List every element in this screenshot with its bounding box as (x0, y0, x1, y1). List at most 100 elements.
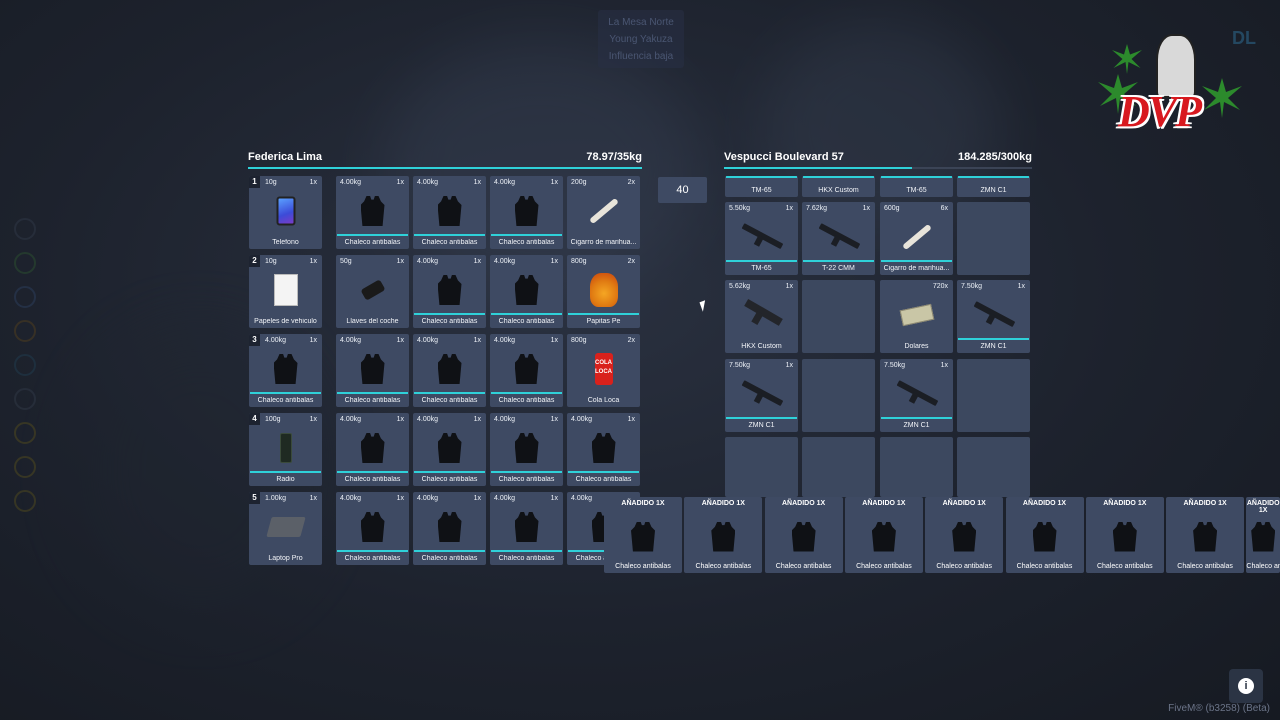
smg-icon (742, 304, 782, 326)
player-weight: 78.97/35kg (586, 151, 642, 163)
vest-icon (514, 512, 539, 543)
inventory-slot[interactable]: ZMN C1 (957, 176, 1030, 197)
slot-quantity: 1x (862, 205, 870, 212)
notification-item-name: Chaleco antibalas (856, 563, 912, 570)
notification-item-name: Chaleco antibalas (1177, 563, 1233, 570)
slot-quantity: 1x (1017, 283, 1025, 290)
notification-item-name: Chaleco antibalas (1096, 563, 1153, 570)
inventory-slot[interactable]: 5 1.00kg 1x Laptop Pro (249, 492, 322, 565)
inventory-slot[interactable]: 7.50kg 1x ZMN C1 (957, 280, 1030, 353)
slot-weight: 4.00kg (571, 495, 593, 502)
info-button[interactable]: i (1229, 669, 1263, 703)
item-added-notification: AÑADIDO 1X Chaleco antibalas (684, 497, 763, 573)
notification-header: AÑADIDO 1X (942, 500, 986, 507)
inventory-slot[interactable]: 4.00kg 1x Chaleco antibalas (413, 255, 486, 328)
chips-icon (589, 273, 618, 308)
slot-item-name: Chaleco antibalas (344, 476, 401, 483)
inventory-slot[interactable]: 4.00kg 1x Chaleco antibalas (490, 413, 563, 486)
durability-bar (803, 176, 874, 178)
inventory-slot[interactable]: TM-65 (880, 176, 953, 197)
slot-weight: 4.00kg (417, 495, 439, 502)
inventory-slot[interactable]: 720x Dolares (880, 280, 953, 353)
amount-input[interactable]: 40 (658, 177, 707, 203)
slot-weight: 50g (340, 258, 352, 265)
durability-bar (491, 313, 562, 315)
inventory-slot[interactable]: HKX Custom (802, 176, 875, 197)
inventory-slot[interactable]: 4.00kg 1x Chaleco antibalas (413, 492, 486, 565)
notification-item-name: Chaleco antibalas (1016, 563, 1073, 570)
inventory-slot[interactable]: 7.62kg 1x T-22 CMM (802, 202, 875, 275)
vest-icon (791, 521, 816, 552)
inventory-slot[interactable]: 4.00kg 1x Chaleco antibalas (413, 334, 486, 407)
notification-header: AÑADIDO 1X (701, 500, 745, 507)
durability-bar (414, 313, 485, 315)
paper-icon (273, 274, 298, 307)
slot-item-name: Papitas Pe (586, 318, 621, 325)
inventory-slot[interactable]: 7.50kg 1x ZMN C1 (880, 359, 953, 432)
slot-item-name: ZMN C1 (980, 187, 1007, 194)
slot-weight: 4.00kg (417, 258, 439, 265)
empty-slot[interactable] (957, 202, 1030, 275)
slot-weight: 4.00kg (340, 179, 362, 186)
slot-item-name: Chaleco antibalas (498, 555, 555, 562)
empty-slot[interactable] (957, 359, 1030, 432)
durability-bar (414, 471, 485, 473)
slot-quantity: 1x (473, 179, 481, 186)
inventory-slot[interactable]: 7.50kg 1x ZMN C1 (725, 359, 798, 432)
server-logo: DVP (1098, 34, 1246, 152)
rifle-icon (740, 384, 784, 404)
stamina-icon (14, 422, 36, 444)
inventory-slot[interactable]: 4.00kg 1x Chaleco antibalas (336, 413, 409, 486)
rifle-icon (817, 227, 861, 247)
inventory-slot[interactable]: 4.00kg 1x Chaleco antibalas (490, 176, 563, 249)
slot-weight: 4.00kg (265, 337, 287, 344)
armor-icon (14, 286, 36, 308)
inventory-slot[interactable]: 200g 2x Cigarro de marihua... (567, 176, 640, 249)
inventory-slot[interactable]: TM-65 (725, 176, 798, 197)
slot-item-name: Chaleco antibalas (421, 239, 478, 246)
inventory-slot[interactable]: 4.00kg 1x Chaleco antibalas (336, 334, 409, 407)
durability-bar (491, 234, 562, 236)
slot-weight: 1.00kg (265, 495, 287, 502)
inventory-slot[interactable]: 800g 2x Papitas Pe (567, 255, 640, 328)
slot-weight: 4.00kg (417, 416, 439, 423)
inventory-slot[interactable]: 4.00kg 1x Chaleco antibalas (490, 492, 563, 565)
slot-hotkey: 1 (249, 176, 260, 188)
slot-weight: 4.00kg (494, 258, 516, 265)
empty-slot[interactable] (880, 437, 953, 497)
slot-weight: 4.00kg (340, 337, 362, 344)
durability-bar (491, 471, 562, 473)
durability-bar (958, 338, 1029, 340)
empty-slot[interactable] (802, 359, 875, 432)
slot-item-name: HKX Custom (818, 187, 859, 194)
empty-slot[interactable] (725, 437, 798, 497)
inventory-slot[interactable]: 600g 6x Cigarro de marihua... (880, 202, 953, 275)
inventory-slot[interactable]: 4.00kg 1x Chaleco antibalas (336, 492, 409, 565)
slot-item-name: ZMN C1 (980, 343, 1007, 350)
cash-icon (899, 303, 934, 327)
empty-slot[interactable] (802, 280, 875, 353)
inventory-slot[interactable]: 4.00kg 1x Chaleco antibalas (413, 413, 486, 486)
slot-quantity: 2x (627, 179, 635, 186)
item-added-notification: AÑADIDO 1X Chaleco antibalas (764, 497, 843, 573)
inventory-slot[interactable]: 1 10g 1x Telefono (249, 176, 322, 249)
empty-slot[interactable] (802, 437, 875, 497)
inventory-slot[interactable]: 4.00kg 1x Chaleco antibalas (490, 334, 563, 407)
slot-item-name: ZMN C1 (903, 422, 930, 429)
inventory-slot[interactable]: 4 100g 1x Radio (249, 413, 322, 486)
inventory-slot[interactable]: 5.50kg 1x TM-65 (725, 202, 798, 275)
inventory-slot[interactable]: 2 10g 1x Papeles de vehiculo (249, 255, 322, 328)
hunger-icon (14, 320, 36, 342)
inventory-slot[interactable]: 4.00kg 1x Chaleco antibalas (336, 176, 409, 249)
inventory-slot[interactable]: 800g 2x COLA LOCA Cola Loca (567, 334, 640, 407)
empty-slot[interactable] (957, 437, 1030, 497)
slot-item-name: Chaleco antibalas (421, 555, 478, 562)
slot-weight: 7.50kg (961, 283, 983, 290)
inventory-slot[interactable]: 50g 1x Llaves del coche (336, 255, 409, 328)
inventory-slot[interactable]: 4.00kg 1x Chaleco antibalas (490, 255, 563, 328)
inventory-slot[interactable]: 3 4.00kg 1x Chaleco antibalas (249, 334, 322, 407)
slot-item-name: Chaleco antibalas (421, 397, 478, 404)
inventory-slot[interactable]: 5.62kg 1x HKX Custom (725, 280, 798, 353)
inventory-slot[interactable]: 4.00kg 1x Chaleco antibalas (413, 176, 486, 249)
inventory-slot[interactable]: 4.00kg 1x Chaleco antibalas (567, 413, 640, 486)
